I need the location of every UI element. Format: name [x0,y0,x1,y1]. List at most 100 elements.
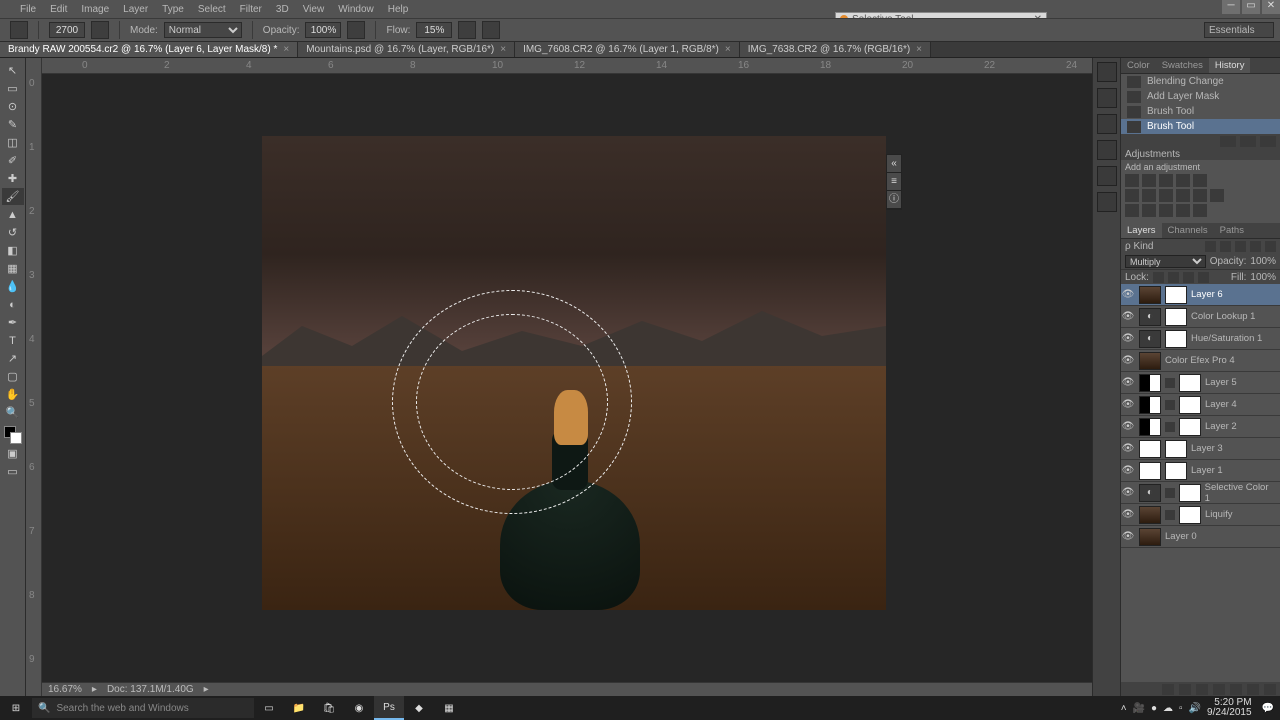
lasso-tool[interactable]: ⊙ [2,98,24,115]
visibility-icon[interactable]: 👁 [1121,487,1135,498]
mask-thumb[interactable] [1165,330,1187,348]
visibility-icon[interactable]: 👁 [1121,377,1135,388]
document-tab[interactable]: Mountains.psd @ 16.7% (Layer, RGB/16*)× [298,42,515,57]
zoom-tool[interactable]: 🔍 [2,404,24,421]
mask-thumb[interactable] [1179,484,1201,502]
layer-thumb[interactable] [1139,374,1161,392]
photoshop-icon[interactable]: Ps [374,696,404,720]
adj-curves-icon[interactable] [1159,174,1173,187]
close-tab-icon[interactable]: × [916,44,922,55]
zoom-level[interactable]: 16.67% [48,684,82,695]
layer-row[interactable]: 👁Layer 1 [1121,460,1280,482]
menu-help[interactable]: Help [382,2,415,17]
mask-thumb[interactable] [1165,286,1187,304]
history-item[interactable]: Brush Tool [1121,104,1280,119]
gradient-tool[interactable]: ▦ [2,260,24,277]
mask-thumb[interactable] [1179,418,1201,436]
history-item[interactable]: Add Layer Mask [1121,89,1280,104]
history-item[interactable]: Blending Change [1121,74,1280,89]
pen-tool[interactable]: ✒ [2,314,24,331]
mask-thumb[interactable] [1165,308,1187,326]
canvas-hints-panel[interactable]: « ≡ ⓘ [886,154,902,210]
app-icon[interactable]: ◆ [404,696,434,720]
tray-net-icon[interactable]: ▫ [1179,703,1183,714]
visibility-icon[interactable]: 👁 [1121,421,1135,432]
close-tab-icon[interactable]: × [725,44,731,55]
collapse-icon[interactable]: « [887,155,901,173]
brush-tool-icon[interactable] [10,21,28,39]
adj-balance-icon[interactable] [1142,189,1156,202]
panel-icon[interactable] [1097,88,1117,108]
adj-photo-icon[interactable] [1176,189,1190,202]
tab-swatches[interactable]: Swatches [1156,58,1209,73]
tray-icon[interactable]: 🎥 [1133,703,1145,714]
visibility-icon[interactable]: 👁 [1121,289,1135,300]
visibility-icon[interactable]: 👁 [1121,465,1135,476]
stamp-tool[interactable]: ▲ [2,206,24,223]
explorer-icon[interactable]: 📁 [284,696,314,720]
document-tab[interactable]: IMG_7608.CR2 @ 16.7% (Layer 1, RGB/8*)× [515,42,740,57]
app-icon[interactable]: ▦ [434,696,464,720]
brush-tool[interactable]: 🖌 [2,188,24,205]
visibility-icon[interactable]: 👁 [1121,443,1135,454]
panel-icon[interactable] [1097,166,1117,186]
menu-edit[interactable]: Edit [44,2,73,17]
close-tab-icon[interactable]: × [500,44,506,55]
layer-row[interactable]: 👁Layer 6 [1121,284,1280,306]
chrome-icon[interactable]: ◉ [344,696,374,720]
lock-all-icon[interactable] [1198,272,1209,283]
layer-row[interactable]: 👁◐Selective Color 1 [1121,482,1280,504]
quick-select-tool[interactable]: ✎ [2,116,24,133]
adj-gradmap-icon[interactable] [1176,204,1190,217]
adj-thresh-icon[interactable] [1159,204,1173,217]
tab-paths[interactable]: Paths [1214,223,1250,238]
shape-tool[interactable]: ▢ [2,368,24,385]
adj-exposure-icon[interactable] [1176,174,1190,187]
layer-mask-icon[interactable] [1196,684,1208,695]
document-tab[interactable]: IMG_7638.CR2 @ 16.7% (RGB/16*)× [740,42,931,57]
layer-row[interactable]: 👁Color Efex Pro 4 [1121,350,1280,372]
tray-volume-icon[interactable]: 🔊 [1189,703,1201,714]
layer-fx-icon[interactable] [1179,684,1191,695]
menu-layer[interactable]: Layer [117,2,154,17]
tray-cloud-icon[interactable]: ☁ [1163,703,1173,714]
opacity-field[interactable] [305,22,341,38]
layer-thumb[interactable] [1139,462,1161,480]
fill-value[interactable]: 100% [1250,272,1276,283]
close-button[interactable]: ✕ [1262,0,1280,14]
filter-adj-icon[interactable] [1220,241,1231,252]
filter-shape-icon[interactable] [1250,241,1261,252]
healing-tool[interactable]: ✚ [2,170,24,187]
visibility-icon[interactable]: 👁 [1121,531,1135,542]
adj-selcolor-icon[interactable] [1193,204,1207,217]
layer-thumb[interactable]: ◐ [1139,330,1161,348]
adj-lookup-icon[interactable] [1210,189,1224,202]
menu-filter[interactable]: Filter [234,2,268,17]
layer-row[interactable]: 👁Layer 0 [1121,526,1280,548]
history-brush-tool[interactable]: ↺ [2,224,24,241]
tab-channels[interactable]: Channels [1162,223,1214,238]
tray-icon[interactable]: ● [1151,703,1157,714]
pressure-size-icon[interactable] [482,21,500,39]
minimize-button[interactable]: ─ [1222,0,1240,14]
type-tool[interactable]: T [2,332,24,349]
menu-view[interactable]: View [297,2,331,17]
eraser-tool[interactable]: ◧ [2,242,24,259]
menu-3d[interactable]: 3D [270,2,295,17]
tab-history[interactable]: History [1209,58,1251,73]
trash-icon[interactable] [1264,684,1276,695]
adj-invert-icon[interactable] [1125,204,1139,217]
history-new-icon[interactable] [1220,136,1236,147]
layer-row[interactable]: 👁Layer 2 [1121,416,1280,438]
lock-pixel-icon[interactable] [1168,272,1179,283]
tab-color[interactable]: Color [1121,58,1156,73]
visibility-icon[interactable]: 👁 [1121,509,1135,520]
filter-type-icon[interactable] [1235,241,1246,252]
history-trash-icon[interactable] [1260,136,1276,147]
tab-layers[interactable]: Layers [1121,223,1162,238]
store-icon[interactable]: 🛍 [314,696,344,720]
visibility-icon[interactable]: 👁 [1121,355,1135,366]
history-item[interactable]: Brush Tool [1121,119,1280,134]
move-tool[interactable]: ↖ [2,62,24,79]
menu-select[interactable]: Select [192,2,232,17]
